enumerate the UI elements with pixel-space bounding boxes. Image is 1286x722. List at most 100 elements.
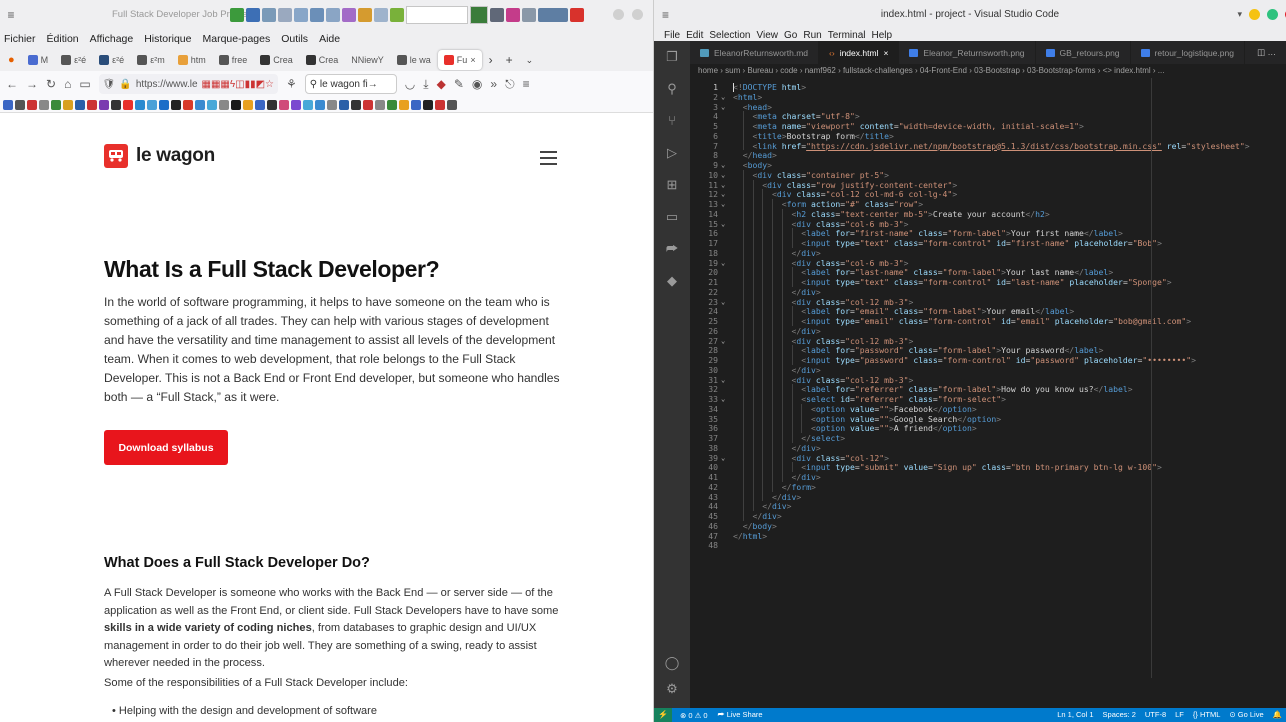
bookmark-favicon-icon[interactable] <box>75 99 85 110</box>
tray-app-icon[interactable] <box>358 8 372 22</box>
breadcrumb[interactable]: home › sum › Bureau › code › namf962 › f… <box>690 64 1286 78</box>
code-text[interactable]: </div> <box>733 365 820 375</box>
extension-icons[interactable]: ▦▦▦ϟ◫▮▮◩☆ <box>202 79 275 90</box>
code-text[interactable]: <h2 class="text-center mb-5">Create your… <box>733 209 1049 219</box>
chevron-right-icon[interactable]: › <box>483 53 499 67</box>
bookmark-favicon-icon[interactable] <box>267 99 277 110</box>
window-menu-icon[interactable]: ≡ <box>0 8 22 22</box>
fold-chevron-icon[interactable]: ⌄ <box>721 92 731 102</box>
code-text[interactable]: <title>Bootstrap form</title> <box>733 131 894 141</box>
puzzle-icon[interactable]: ⚘ <box>286 77 297 91</box>
code-text[interactable]: <input type="password" class="form-contr… <box>733 355 1196 365</box>
bookmark-favicon-icon[interactable] <box>303 99 313 110</box>
menu-edit[interactable]: Edit <box>686 30 703 41</box>
bookmark-favicon-icon[interactable] <box>183 99 193 110</box>
code-text[interactable]: <input type="text" class="form-control" … <box>733 277 1171 287</box>
tray-app-icon[interactable] <box>506 8 520 22</box>
tray-app-icon[interactable] <box>230 8 244 22</box>
forward-icon[interactable]: → <box>26 77 38 91</box>
code-text[interactable]: </div> <box>733 326 820 336</box>
bookmark-favicon-icon[interactable] <box>447 99 457 110</box>
home-icon[interactable]: ⌂ <box>64 77 71 91</box>
code-text[interactable]: <label for="email" class="form-label">Yo… <box>733 306 1074 316</box>
run-debug-icon[interactable]: ▷ <box>664 145 680 161</box>
menu-outils[interactable]: Outils <box>281 33 308 45</box>
lock-icon[interactable]: 🔒 <box>119 79 131 90</box>
maximize-button[interactable] <box>1267 9 1278 20</box>
menu-help[interactable]: Help <box>872 30 893 41</box>
code-text[interactable]: </select> <box>733 433 845 443</box>
fold-chevron-icon[interactable]: ⌄ <box>721 258 731 268</box>
fold-chevron-icon[interactable]: ⌄ <box>721 394 731 404</box>
extension-icon[interactable]: ◆ <box>437 77 446 91</box>
notifications-icon[interactable]: 🔔 <box>1273 708 1282 722</box>
menu-affichage[interactable]: Affichage <box>90 33 134 45</box>
editor-tab[interactable]: GB_retours.png <box>1036 41 1131 64</box>
code-text[interactable]: </div> <box>733 472 820 482</box>
fold-chevron-icon[interactable]: ⌄ <box>721 297 731 307</box>
fold-chevron-icon[interactable]: ⌄ <box>721 199 731 209</box>
extensions-icon[interactable]: ⊞ <box>664 177 680 193</box>
tray-app-icon[interactable] <box>374 8 388 22</box>
reader-icon[interactable]: ▭ <box>79 77 90 91</box>
menu-go[interactable]: Go <box>784 30 797 41</box>
bookmark-favicon-icon[interactable] <box>435 99 445 110</box>
power-icon[interactable] <box>570 8 584 22</box>
bookmark-favicon-icon[interactable] <box>243 99 253 110</box>
language-mode[interactable]: {} HTML <box>1193 708 1221 722</box>
bookmark-favicon-icon[interactable] <box>255 99 265 110</box>
browser-tab[interactable]: NNiewY <box>345 50 390 70</box>
menu-icon[interactable]: ≡ <box>523 77 530 91</box>
browser-tab[interactable]: le wa <box>391 50 437 70</box>
code-text[interactable]: </body> <box>733 521 777 531</box>
tray-app-icon[interactable] <box>294 8 308 22</box>
bookmark-favicon-icon[interactable] <box>411 99 421 110</box>
code-text[interactable]: <link href="https://cdn.jsdelivr.net/npm… <box>733 141 1250 151</box>
bookmark-favicon-icon[interactable] <box>351 99 361 110</box>
menu-fichier[interactable]: Fichier <box>4 33 36 45</box>
code-text[interactable]: <div class="container pt-5"> <box>733 170 889 180</box>
problems-indicator[interactable]: ⊗ 0 ⚠ 0 <box>680 711 708 720</box>
editor-tab-active[interactable]: ‹› index.html × <box>819 41 900 64</box>
docker-icon[interactable]: ◆ <box>664 273 680 289</box>
firefox-view-icon[interactable]: ● <box>2 54 21 66</box>
code-text[interactable]: <!DOCTYPE html> <box>733 82 806 92</box>
explorer-icon[interactable]: ❐ <box>664 49 680 65</box>
chevron-down-icon[interactable]: ⌄ <box>520 55 540 66</box>
bookmark-favicon-icon[interactable] <box>171 99 181 110</box>
code-text[interactable]: <div class="col-6 mb-3"> <box>733 219 908 229</box>
code-text[interactable]: <select id="referrer" class="form-select… <box>733 394 1006 404</box>
browser-tab[interactable]: Crea <box>254 50 299 70</box>
go-live-button[interactable]: ⊙ Go Live <box>1229 708 1263 722</box>
code-text[interactable]: </div> <box>733 248 820 258</box>
fold-chevron-icon[interactable]: ⌄ <box>721 102 731 112</box>
cursor-position[interactable]: Ln 1, Col 1 <box>1057 708 1093 722</box>
minimize-button[interactable] <box>1249 9 1260 20</box>
code-text[interactable]: <label for="password" class="form-label"… <box>733 345 1103 355</box>
new-tab-icon[interactable]: + <box>500 53 519 67</box>
close-button[interactable] <box>632 9 643 20</box>
menu-run[interactable]: Run <box>803 30 821 41</box>
bookmark-favicon-icon[interactable] <box>63 99 73 110</box>
split-editor-icon[interactable]: ◫ … <box>1247 41 1286 64</box>
bookmark-favicon-icon[interactable] <box>339 99 349 110</box>
end-of-line[interactable]: LF <box>1175 708 1184 722</box>
editor-tab[interactable]: Eleanor_Returnsworth.png <box>899 41 1036 64</box>
menu-historique[interactable]: Historique <box>144 33 191 45</box>
bookmark-favicon-icon[interactable] <box>87 99 97 110</box>
close-tab-icon[interactable]: × <box>470 55 475 65</box>
url-bar[interactable]: 🛡 🔒 https://www.le ▦▦▦ϟ◫▮▮◩☆ <box>98 74 279 94</box>
bookmark-favicon-icon[interactable] <box>291 99 301 110</box>
bookmark-favicon-icon[interactable] <box>231 99 241 110</box>
tray-app-icon[interactable] <box>490 8 504 22</box>
bookmark-favicon-icon[interactable] <box>15 99 25 110</box>
bookmark-favicon-icon[interactable] <box>123 99 133 110</box>
fold-chevron-icon[interactable]: ⌄ <box>721 375 731 385</box>
chevron-down-icon[interactable]: ▾ <box>1237 9 1242 20</box>
le-wagon-logo[interactable]: le wagon <box>104 144 215 168</box>
menu-edition[interactable]: Édition <box>47 33 79 45</box>
editor-tab[interactable]: EleanorReturnsworth.md <box>690 41 820 64</box>
remote-explorer-icon[interactable]: ▭ <box>664 209 680 225</box>
indentation[interactable]: Spaces: 2 <box>1103 708 1136 722</box>
bookmark-favicon-icon[interactable] <box>39 99 49 110</box>
